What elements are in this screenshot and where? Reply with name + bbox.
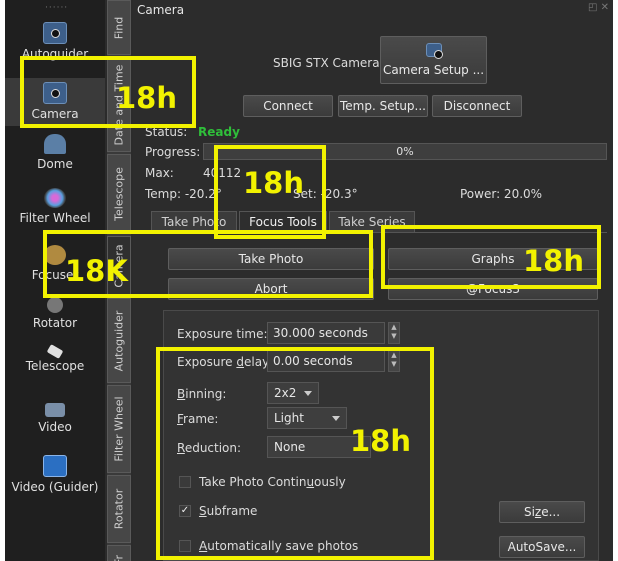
size-button[interactable]: Size...: [499, 501, 585, 523]
exposure-time-label: Exposure time:: [177, 327, 268, 341]
tab-label: Fr: [112, 554, 126, 561]
tab-find[interactable]: Find: [107, 0, 131, 55]
autosave-button[interactable]: AutoSave...: [499, 536, 585, 558]
annotation-label: 18h: [523, 244, 585, 278]
status-value: Ready: [198, 125, 240, 139]
tab-label: Find: [112, 16, 126, 39]
annotation-label: 18h: [350, 424, 412, 458]
video-icon: [45, 403, 65, 417]
disconnect-button[interactable]: Disconnect: [432, 95, 522, 117]
sidebar-item-filter-wheel[interactable]: Filter Wheel: [5, 188, 105, 225]
progress-label: Progress:: [145, 145, 201, 159]
sidebar-item-label: Video (Guider): [11, 480, 99, 494]
exposure-time-input[interactable]: 30.000 seconds: [267, 322, 385, 344]
tab-label: Telescope: [112, 167, 126, 221]
tab-label: Rotator: [112, 488, 126, 530]
power-readout: Power: 20.0%: [460, 187, 543, 201]
sidebar-item-label: Rotator: [32, 316, 78, 330]
tab-telescope[interactable]: Telescope: [107, 154, 131, 234]
annotation-label: 18K: [65, 254, 128, 288]
camera-setup-button[interactable]: Camera Setup ...: [380, 36, 487, 84]
temp-setup-button[interactable]: Temp. Setup...: [338, 95, 428, 117]
annotation-label: 18h: [243, 166, 305, 200]
exposure-time-spinner[interactable]: ▲ ▼: [388, 322, 400, 344]
sidebar-item-telescope[interactable]: Telescope: [5, 344, 105, 373]
camera-icon: [43, 22, 67, 44]
camera-model: SBIG STX Cameras: [273, 56, 386, 70]
progress-value: 0%: [396, 145, 414, 158]
window-controls[interactable]: ◰ ✕: [588, 2, 609, 13]
sidebar-item-dome[interactable]: Dome: [5, 134, 105, 171]
filter-wheel-icon: [44, 188, 66, 208]
annotation-label: 18h: [116, 81, 178, 115]
tab-label: Filter Wheel: [112, 396, 126, 462]
sidebar-item-label: Filter Wheel: [19, 211, 91, 225]
tab-filter-wheel[interactable]: Filter Wheel: [107, 385, 131, 473]
max-label: Max:: [145, 166, 174, 180]
dome-icon: [44, 134, 66, 154]
sidebar-item-video-guider[interactable]: Video (Guider): [5, 455, 105, 494]
tab-autoguider[interactable]: Autoguider: [107, 298, 131, 383]
camera-icon: [425, 43, 443, 59]
sidebar-item-rotator[interactable]: Rotator: [5, 297, 105, 330]
connect-button[interactable]: Connect: [243, 95, 333, 117]
rotator-icon: [47, 297, 63, 313]
panel-title: Camera: [137, 3, 185, 17]
tab-rotator[interactable]: Rotator: [107, 475, 131, 543]
camera-setup-label: Camera Setup ...: [382, 63, 485, 77]
tab-more[interactable]: Fr: [107, 545, 131, 561]
telescope-icon: [46, 344, 64, 359]
tab-label: Autoguider: [112, 310, 126, 371]
sidebar-item-label: Video: [38, 420, 72, 434]
temperature-readout: Temp: -20.2°: [145, 187, 222, 201]
drag-grip[interactable]: ······: [45, 3, 68, 13]
sidebar-item-label: Telescope: [25, 359, 85, 373]
sidebar-item-label: Dome: [37, 157, 73, 171]
video-guider-icon: [43, 455, 67, 477]
sidebar-item-video[interactable]: Video: [5, 403, 105, 434]
